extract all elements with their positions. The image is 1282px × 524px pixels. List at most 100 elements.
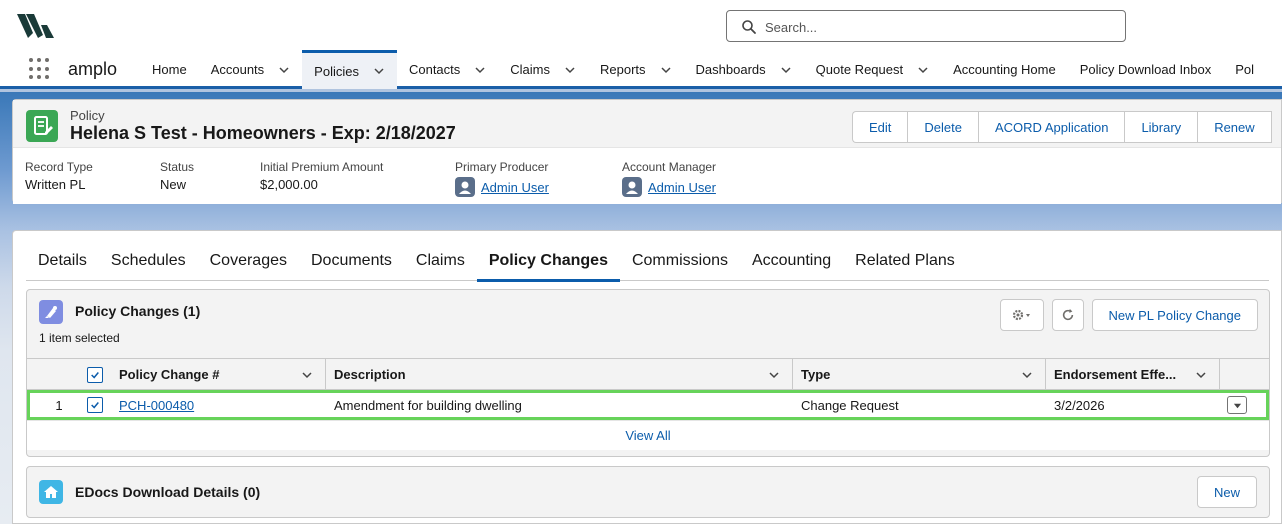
delete-button[interactable]: Delete: [907, 111, 978, 143]
column-header-type[interactable]: Type: [793, 359, 1046, 390]
user-link[interactable]: Admin User: [481, 180, 549, 195]
selection-count: 1 item selected: [39, 331, 120, 345]
related-list-title[interactable]: EDocs Download Details (0): [75, 484, 260, 500]
app-launcher-icon[interactable]: [29, 58, 51, 80]
app-name: amplo: [68, 59, 118, 79]
chevron-down-icon[interactable]: [780, 64, 792, 76]
user-link[interactable]: Admin User: [648, 180, 716, 195]
edit-button[interactable]: Edit: [852, 111, 908, 143]
tab-policy-changes[interactable]: Policy Changes: [476, 241, 621, 282]
column-label: Description: [334, 367, 406, 382]
policy-change-link[interactable]: PCH-000480: [119, 398, 194, 413]
column-header-endorsement[interactable]: Endorsement Effe...: [1046, 359, 1220, 390]
nav-item-accounts[interactable]: Accounts: [199, 50, 302, 89]
list-settings-button[interactable]: [999, 299, 1044, 331]
tab-claims[interactable]: Claims: [404, 241, 477, 281]
field-value: Written PL: [25, 177, 93, 192]
column-header-policy-change[interactable]: Policy Change #: [111, 359, 326, 390]
search-input[interactable]: [765, 17, 1115, 37]
row-checkbox[interactable]: [87, 397, 103, 413]
nav-item-claims[interactable]: Claims: [498, 50, 588, 89]
tab-schedules[interactable]: Schedules: [99, 241, 198, 281]
page-title: Helena S Test - Homeowners - Exp: 2/18/2…: [70, 123, 456, 143]
view-all-link[interactable]: View All: [625, 428, 670, 443]
row-action-cell: [1227, 390, 1247, 420]
nav-item-pol[interactable]: Pol: [1223, 50, 1266, 89]
nav-item-contacts[interactable]: Contacts: [397, 50, 498, 89]
new-pl-policy-change-button[interactable]: New PL Policy Change: [1091, 299, 1258, 331]
row-actions-menu[interactable]: [1227, 396, 1247, 414]
related-list-title[interactable]: Policy Changes (1): [75, 303, 200, 319]
tab-documents[interactable]: Documents: [299, 241, 404, 281]
row-number: 1: [55, 397, 63, 413]
check-icon: [91, 371, 99, 379]
policy-changes-related-list: Policy Changes (1) 1 item selected New P…: [26, 289, 1270, 457]
field-text: Written PL: [25, 177, 86, 192]
column-label: Endorsement Effe...: [1054, 367, 1177, 382]
chevron-down-icon[interactable]: [660, 64, 672, 76]
row-number-header: [27, 359, 87, 390]
select-all-checkbox[interactable]: [87, 366, 103, 383]
nav-item-label: Accounts: [210, 62, 265, 77]
table-row[interactable]: 1 PCH-000480 Amendment for building dwel…: [27, 390, 1269, 420]
nav-item-policies[interactable]: Policies: [302, 50, 397, 89]
chevron-down-icon[interactable]: [301, 369, 313, 381]
edocs-icon: [39, 480, 63, 504]
chevron-down-icon[interactable]: [1195, 369, 1207, 381]
column-header-description[interactable]: Description: [326, 359, 793, 390]
endorsement-cell: 3/2/2026: [1054, 397, 1105, 413]
app-nav-bar: amplo Home Accounts Policies Contacts Claims…: [0, 50, 1282, 89]
nav-item-quote-request[interactable]: Quote Request: [804, 50, 941, 89]
avatar: [455, 177, 475, 197]
table-header: Policy Change # Description Type Endorse…: [27, 358, 1269, 390]
row-select-cell: [87, 390, 111, 420]
nav-items: Home Accounts Policies Contacts Claims Report…: [140, 50, 1266, 89]
chevron-down-icon[interactable]: [917, 64, 929, 76]
record-highlights: Policy Helena S Test - Homeowners - Exp:…: [12, 99, 1282, 204]
amplo-logo[interactable]: [16, 11, 56, 39]
chevron-down-icon[interactable]: [564, 64, 576, 76]
field-initial-premium-amount: Initial Premium Amount $2,000.00: [260, 160, 383, 192]
renew-button[interactable]: Renew: [1197, 111, 1272, 143]
nav-item-reports[interactable]: Reports: [588, 50, 684, 89]
gear-icon: [1012, 309, 1030, 321]
chevron-down-icon[interactable]: [768, 369, 780, 381]
nav-item-label: Pol: [1235, 62, 1255, 77]
chevron-down-icon[interactable]: [474, 64, 486, 76]
nav-item-accounting-home[interactable]: Accounting Home: [941, 50, 1068, 89]
nav-item-policy-download-inbox[interactable]: Policy Download Inbox: [1068, 50, 1224, 89]
policy-record-icon: [26, 110, 58, 142]
record-header: Policy Helena S Test - Homeowners - Exp:…: [13, 100, 1281, 148]
global-search[interactable]: [726, 10, 1126, 42]
chevron-down-icon[interactable]: [278, 64, 290, 76]
record-actions: Edit Delete ACORD Application Library Renew: [852, 111, 1272, 143]
acord-application-button[interactable]: ACORD Application: [977, 111, 1125, 143]
new-edocs-button[interactable]: New: [1196, 476, 1257, 508]
tab-accounting[interactable]: Accounting: [740, 241, 843, 281]
nav-item-dashboards[interactable]: Dashboards: [684, 50, 804, 89]
chevron-down-icon[interactable]: [373, 65, 385, 77]
record-tabs-card: Details Schedules Coverages Documents Claims…: [12, 230, 1282, 524]
chevron-down-icon[interactable]: [1021, 369, 1033, 381]
tab-coverages[interactable]: Coverages: [198, 241, 299, 281]
field-label: Initial Premium Amount: [260, 160, 384, 174]
tab-commissions[interactable]: Commissions: [620, 241, 740, 281]
check-icon: [91, 402, 99, 409]
global-header: [0, 0, 1282, 50]
field-label: Record Type: [25, 160, 93, 174]
library-button[interactable]: Library: [1124, 111, 1198, 143]
nav-item-home[interactable]: Home: [140, 50, 199, 89]
field-text: $2,000.00: [260, 177, 318, 192]
nav-item-label: Accounting Home: [953, 62, 1056, 77]
field-text: New: [160, 177, 187, 192]
refresh-button[interactable]: [1051, 299, 1084, 331]
nav-item-label: Reports: [600, 62, 646, 77]
select-all-header: [87, 359, 111, 390]
tab-details[interactable]: Details: [26, 241, 99, 281]
nav-item-label: Home: [152, 62, 187, 77]
refresh-icon: [1062, 308, 1073, 321]
nav-item-label: Dashboards: [695, 62, 766, 77]
tab-related-plans[interactable]: Related Plans: [843, 241, 967, 281]
field-label: Account Manager: [622, 160, 717, 174]
field-value: New: [160, 177, 194, 192]
